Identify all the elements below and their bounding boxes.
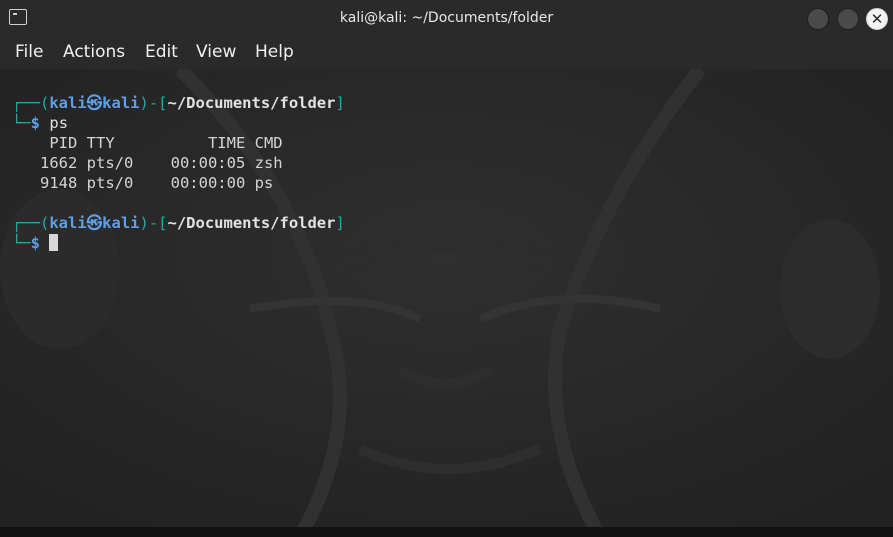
prompt-line-2: ┌──(kali㉿kali)-[~/Documents/folder] — [12, 213, 345, 233]
close-button[interactable]: ✕ — [866, 8, 888, 30]
terminal-window: kali@kali: ~/Documents/folder ✕ File Act… — [0, 0, 893, 537]
menu-bar: File Actions Edit View Help — [0, 36, 893, 69]
menu-edit[interactable]: Edit — [145, 42, 178, 62]
command-line-2[interactable]: └─$ — [12, 233, 59, 253]
prompt-line-1: ┌──(kali㉿kali)-[~/Documents/folder] — [12, 93, 345, 113]
maximize-button[interactable] — [837, 8, 859, 30]
menu-help[interactable]: Help — [255, 42, 294, 62]
prompt-at-symbol: ㉿ — [86, 94, 103, 112]
prompt-path: ~/Documents/folder — [167, 94, 336, 112]
prompt-host: kali — [102, 94, 140, 112]
close-icon: ✕ — [870, 10, 884, 28]
prompt-frame: )-[ — [139, 214, 168, 232]
prompt-dollar: $ — [30, 234, 41, 252]
ps-row: 1662 pts/0 00:00:05 zsh — [12, 154, 283, 172]
ps-row: 9148 pts/0 00:00:00 ps — [12, 174, 274, 192]
menu-file[interactable]: File — [15, 42, 43, 62]
prompt-host: kali — [102, 214, 140, 232]
command-line-1: └─$ ps — [12, 113, 68, 133]
prompt-path: ~/Documents/folder — [167, 214, 336, 232]
prompt-user: kali — [49, 94, 87, 112]
prompt-user: kali — [49, 214, 87, 232]
prompt-frame: ] — [335, 214, 345, 232]
window-title: kali@kali: ~/Documents/folder — [339, 10, 554, 26]
menu-view[interactable]: View — [196, 42, 236, 62]
prompt-at-symbol: ㉿ — [86, 214, 103, 232]
prompt-frame: ] — [335, 94, 345, 112]
prompt-frame: ┌──( — [12, 94, 50, 112]
prompt-frame: └─ — [12, 234, 31, 252]
text-cursor — [49, 234, 59, 251]
prompt-dollar: $ — [30, 114, 41, 132]
minimize-button[interactable] — [807, 8, 829, 30]
window-bottom-edge — [0, 527, 893, 537]
terminal-area[interactable]: ┌──(kali㉿kali)-[~/Documents/folder] └─$ … — [0, 69, 893, 537]
prompt-frame: ┌──( — [12, 214, 50, 232]
menu-actions[interactable]: Actions — [63, 42, 125, 62]
command-text: ps — [49, 114, 69, 132]
prompt-frame: └─ — [12, 114, 31, 132]
prompt-frame: )-[ — [139, 94, 168, 112]
title-bar[interactable]: kali@kali: ~/Documents/folder ✕ — [0, 0, 893, 36]
ps-header: PID TTY TIME CMD — [12, 134, 283, 152]
